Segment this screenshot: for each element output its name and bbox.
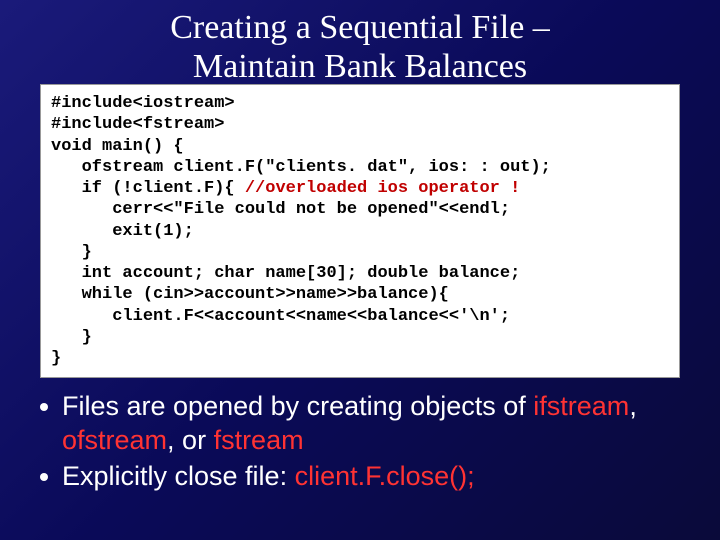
code-line: while (cin>>account>>name>>balance){ bbox=[51, 285, 449, 304]
text-fragment: Files are opened by creating objects of bbox=[62, 391, 533, 421]
title-line-1: Creating a Sequential File – bbox=[170, 9, 550, 46]
keyword: ofstream bbox=[62, 425, 167, 455]
slide-title: Creating a Sequential File – Maintain Ba… bbox=[30, 8, 690, 86]
code-comment: //overloaded ios operator ! bbox=[245, 179, 520, 198]
keyword: client.F.close(); bbox=[295, 461, 475, 491]
bullet-text: Files are opened by creating objects of … bbox=[62, 390, 690, 458]
code-line: if (!client.F){ bbox=[51, 179, 245, 198]
code-line: } bbox=[51, 328, 92, 347]
code-line: #include<iostream> bbox=[51, 94, 235, 113]
bullet-item: Explicitly close file: client.F.close(); bbox=[40, 460, 690, 494]
code-line: void main() { bbox=[51, 137, 184, 156]
code-line: exit(1); bbox=[51, 222, 194, 241]
text-fragment: Explicitly close file: bbox=[62, 461, 295, 491]
slide: Creating a Sequential File – Maintain Ba… bbox=[0, 0, 720, 540]
text-fragment: , bbox=[629, 391, 637, 421]
title-line-2: Maintain Bank Balances bbox=[193, 48, 527, 85]
code-block: #include<iostream> #include<fstream> voi… bbox=[40, 84, 680, 378]
code-line: int account; char name[30]; double balan… bbox=[51, 264, 520, 283]
code-line: ofstream client.F("clients. dat", ios: :… bbox=[51, 158, 551, 177]
code-line: } bbox=[51, 349, 61, 368]
code-line: } bbox=[51, 243, 92, 262]
keyword: ifstream bbox=[533, 391, 629, 421]
bullet-list: Files are opened by creating objects of … bbox=[30, 390, 690, 493]
keyword: fstream bbox=[214, 425, 304, 455]
code-line: cerr<<"File could not be opened"<<endl; bbox=[51, 200, 510, 219]
text-fragment: , or bbox=[167, 425, 214, 455]
code-line: client.F<<account<<name<<balance<<'\n'; bbox=[51, 307, 510, 326]
code-line: #include<fstream> bbox=[51, 115, 224, 134]
bullet-dot-icon bbox=[40, 473, 48, 481]
bullet-text: Explicitly close file: client.F.close(); bbox=[62, 460, 690, 494]
bullet-dot-icon bbox=[40, 403, 48, 411]
bullet-item: Files are opened by creating objects of … bbox=[40, 390, 690, 458]
